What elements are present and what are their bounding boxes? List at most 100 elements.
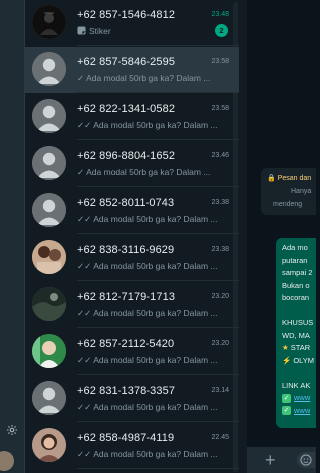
message-status-icon: ✓✓ — [77, 120, 92, 130]
message-status-icon: ✓✓ — [77, 261, 92, 271]
message-preview: Stiker — [77, 26, 229, 36]
chat-list-item[interactable]: +62 857-1546-4812 23.48 Stiker 2 — [25, 0, 239, 46]
message-preview: ✓✓ Ada modal 50rb ga ka? Dalam ... — [77, 261, 229, 272]
attach-icon[interactable]: + — [265, 450, 276, 470]
contact-name: +62 857-2112-5420 — [77, 338, 175, 350]
chat-list: +62 857-1546-4812 23.48 Stiker 2 +62 857-584… — [25, 0, 239, 473]
message-status-icon: ✓ — [77, 73, 85, 83]
message-preview-text: Ada modal 50rb ga ka? Dalam ... — [93, 214, 218, 224]
encryption-notice: 🔒 Pesan dan Hanya mendeng — [261, 168, 316, 215]
chat-list-item[interactable]: +62 831-1378-3357 23.14 ✓✓ Ada modal 50rb g… — [25, 376, 239, 422]
message-line: LINK AK — [282, 380, 311, 390]
row-divider — [77, 374, 239, 375]
message-link[interactable]: www — [294, 393, 310, 402]
message-preview: ✓✓ Ada modal 50rb ga ka? Dalam ... — [77, 355, 229, 366]
message-preview-text: Ada modal 50rb ga ka? Dalam ... — [86, 73, 211, 83]
lock-icon: 🔒 — [267, 175, 276, 182]
contact-name: +62 822-1341-0582 — [77, 103, 176, 115]
contact-avatar — [32, 52, 66, 86]
row-divider — [77, 468, 239, 469]
pane-separator — [239, 0, 247, 473]
message-line: Ada mo — [282, 243, 308, 252]
message-time: 23.46 — [211, 152, 229, 159]
chat-list-item[interactable]: +62 857-2112-5420 23.20 ✓✓ Ada modal 50rb g… — [25, 329, 239, 375]
chat-list-item[interactable]: +62 812-7179-1713 23.20 ✓✓ Ada modal 50rb g… — [25, 282, 239, 328]
check-mark-icon: ✓ — [282, 406, 291, 416]
message-line — [282, 305, 316, 318]
contact-avatar — [32, 5, 66, 39]
contact-avatar — [32, 381, 66, 415]
message-line: ★ STAR — [282, 342, 316, 355]
check-mark-icon: ✓ — [282, 393, 291, 403]
contact-name: +62 838-3116-9629 — [77, 244, 175, 256]
contact-name: +62 812-7179-1713 — [77, 291, 176, 303]
left-rail — [0, 0, 25, 473]
message-line: putaran — [282, 255, 308, 265]
message-line: bocoran — [282, 293, 310, 302]
message-line-text: STAR — [290, 343, 311, 352]
message-preview-text: Ada modal 50rb ga ka? Dalam ... — [93, 261, 218, 271]
profile-avatar[interactable] — [0, 451, 14, 471]
message-preview: ✓✓ Ada modal 50rb ga ka? Dalam ... — [77, 308, 229, 319]
message-time: 23.58 — [211, 105, 229, 112]
encryption-notice-line: mendeng — [273, 201, 303, 208]
message-line-text: OLYM — [293, 355, 315, 365]
message-link[interactable]: www — [294, 406, 310, 415]
message-preview: ✓✓ Ada modal 50rb ga ka? Dalam ... — [77, 214, 229, 225]
row-divider — [77, 45, 239, 46]
contact-name: +62 852-8011-0743 — [77, 197, 175, 209]
contact-avatar — [32, 240, 66, 274]
contact-avatar — [32, 146, 66, 180]
message-line — [282, 367, 316, 380]
message-time: 23.48 — [211, 11, 229, 18]
outgoing-message[interactable]: Ada mo putaran sampai 2 Bukan o bocoran KHUS… — [276, 238, 316, 428]
chat-list-item[interactable]: +62 896-8804-1652 23.46 ✓ Ada modal 50rb ga… — [25, 141, 239, 187]
message-preview-text: Ada modal 50rb ga ka? Dalam ... — [86, 167, 211, 177]
message-status-icon: ✓✓ — [77, 308, 92, 318]
row-divider — [77, 280, 239, 281]
row-divider — [77, 327, 239, 328]
row-divider — [77, 233, 239, 234]
message-line: ✓ www — [282, 392, 316, 405]
message-line: WD, MA — [282, 330, 310, 340]
contact-avatar — [32, 99, 66, 133]
contact-name: +62 857-1546-4812 — [77, 9, 176, 21]
message-preview-text: Ada modal 50rb ga ka? Dalam ... — [93, 402, 218, 412]
message-status-icon: ✓ — [77, 167, 85, 177]
message-line: Bukan o — [282, 280, 310, 290]
row-divider — [77, 139, 239, 140]
chat-list-item[interactable]: +62 822-1341-0582 23.58 ✓✓ Ada modal 50rb g… — [25, 94, 239, 140]
row-divider — [77, 186, 239, 187]
row-divider — [77, 92, 239, 93]
chat-list-item[interactable]: +62 857-5846-2595 23.58 ✓ Ada modal 50rb ga… — [25, 47, 239, 93]
message-time: 23.20 — [211, 340, 229, 347]
contact-name: +62 896-8804-1652 — [77, 150, 176, 162]
message-line: KHUSUS — [282, 318, 314, 327]
message-preview: ✓✓ Ada modal 50rb ga ka? Dalam ... — [77, 402, 229, 413]
contact-avatar — [32, 287, 66, 321]
message-time: 23.20 — [211, 293, 229, 300]
message-time: 22.45 — [211, 434, 229, 441]
encryption-notice-line: Hanya — [291, 188, 312, 195]
sticker-icon — [77, 26, 89, 36]
message-line: sampai 2 — [282, 268, 313, 277]
message-time: 23.14 — [211, 387, 229, 394]
message-preview: ✓✓ Ada modal 50rb ga ka? Dalam ... — [77, 120, 229, 131]
message-preview-text: Ada modal 50rb ga ka? Dalam ... — [93, 120, 218, 130]
settings-icon[interactable] — [0, 420, 24, 440]
contact-avatar — [32, 334, 66, 368]
encryption-notice-line: Pesan dan — [277, 175, 312, 182]
message-line: ✓ www — [282, 405, 316, 418]
message-preview: ✓ Ada modal 50rb ga ka? Dalam ... — [77, 73, 229, 84]
unread-count-badge: 2 — [215, 24, 228, 37]
contact-name: +62 831-1378-3357 — [77, 385, 176, 397]
message-preview: ✓✓ Ada modal 50rb ga ka? Dalam ... — [77, 449, 229, 460]
chat-list-item[interactable]: +62 858-4987-4119 22.45 ✓✓ Ada modal 50rb g… — [25, 423, 239, 469]
message-status-icon: ✓✓ — [77, 402, 92, 412]
message-status-icon: ✓✓ — [77, 355, 92, 365]
chat-list-item[interactable]: +62 838-3116-9629 23.38 ✓✓ Ada modal 50rb g… — [25, 235, 239, 281]
chat-list-item[interactable]: +62 852-8011-0743 23.38 ✓✓ Ada modal 50rb g… — [25, 188, 239, 234]
message-line: ⚡ OLYM — [282, 355, 316, 368]
emoji-icon[interactable] — [297, 452, 315, 468]
message-time: 23.38 — [211, 199, 229, 206]
